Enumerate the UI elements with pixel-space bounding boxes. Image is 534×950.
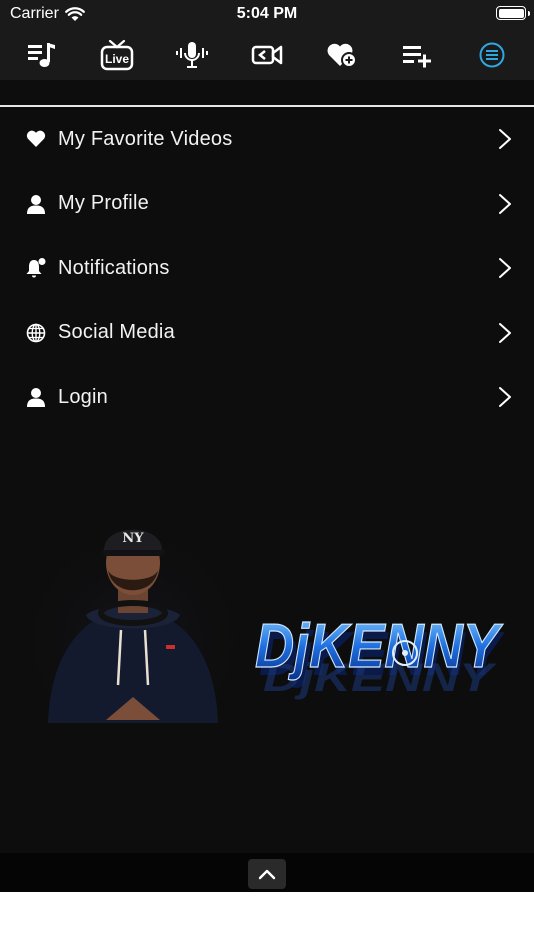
- status-bar: Carrier 5:04 PM: [0, 0, 534, 30]
- person-icon: [25, 386, 47, 408]
- app-screen: Carrier 5:04 PM Live My Favorite Videos …: [0, 0, 534, 892]
- menu-item-favorite-videos[interactable]: My Favorite Videos: [0, 107, 534, 172]
- menu-item-social-media[interactable]: Social Media: [0, 301, 534, 366]
- chevron-up-icon: [258, 869, 276, 880]
- menu-item-label: Notifications: [58, 256, 170, 279]
- live-label: Live: [105, 52, 129, 66]
- heart-plus-icon[interactable]: [322, 35, 362, 75]
- menu-item-label: My Favorite Videos: [58, 127, 233, 150]
- globe-icon: [25, 322, 47, 344]
- dj-banner: NY DjKENNY DjKENNY DjKENNY: [28, 515, 508, 727]
- podcast-mic-icon[interactable]: [172, 35, 212, 75]
- video-camera-icon[interactable]: [247, 35, 287, 75]
- chevron-right-icon: [499, 129, 511, 150]
- status-time: 5:04 PM: [236, 5, 298, 22]
- menu-item-label: Social Media: [58, 321, 175, 344]
- djkenny-logo: DjKENNY DjKENNY DjKENNY: [254, 611, 505, 700]
- heart-icon: [25, 128, 47, 150]
- person-icon: [25, 193, 47, 215]
- menu-icon[interactable]: [472, 35, 512, 75]
- playlist-add-icon[interactable]: [397, 35, 437, 75]
- scroll-up-button[interactable]: [248, 859, 286, 889]
- bell-icon: [25, 257, 47, 279]
- menu-item-label: Login: [58, 385, 108, 408]
- chevron-right-icon: [499, 258, 511, 279]
- menu-item-notifications[interactable]: Notifications: [0, 236, 534, 301]
- chevron-right-icon: [499, 387, 511, 408]
- chevron-right-icon: [499, 193, 511, 214]
- menu-item-my-profile[interactable]: My Profile: [0, 172, 534, 237]
- cap-logo: NY: [122, 531, 144, 546]
- menu-item-login[interactable]: Login: [0, 365, 534, 430]
- chevron-right-icon: [499, 322, 511, 343]
- settings-menu: My Favorite Videos My Profile Notificati…: [0, 107, 534, 430]
- logo-text: DjKENNY: [255, 612, 504, 681]
- battery-icon: [496, 6, 530, 20]
- bottom-bar: [0, 853, 534, 892]
- menu-item-label: My Profile: [58, 192, 149, 215]
- live-tv-icon[interactable]: Live: [97, 35, 137, 75]
- music-playlist-icon[interactable]: [22, 35, 62, 75]
- top-toolbar: Live: [0, 30, 534, 80]
- dj-photo: NY: [28, 515, 238, 723]
